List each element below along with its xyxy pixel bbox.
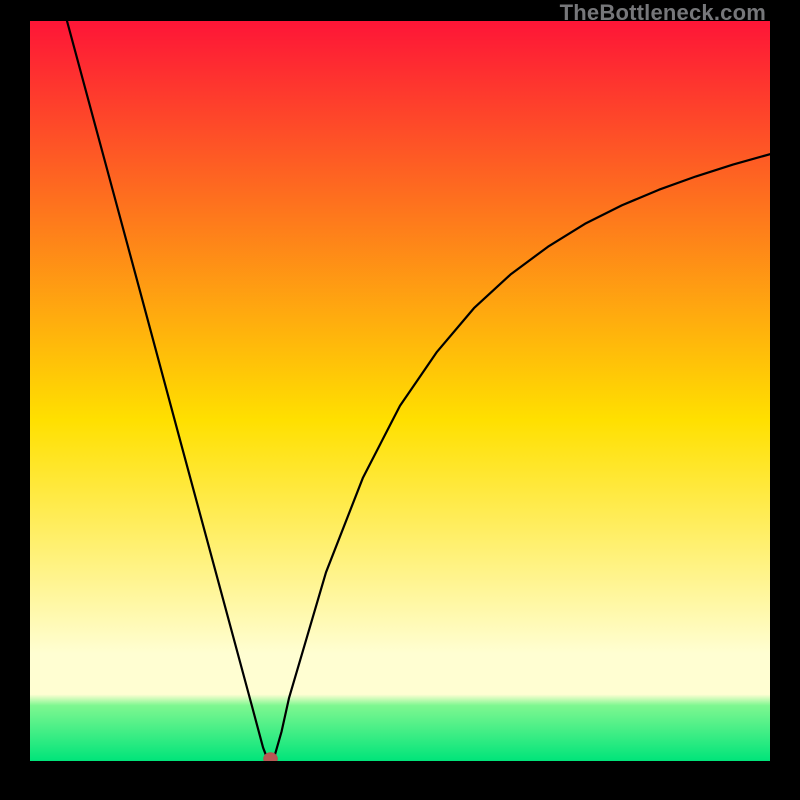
optimum-marker: [264, 753, 278, 761]
gradient-background: [30, 21, 770, 761]
chart-frame: [30, 21, 770, 761]
chart-svg: [30, 21, 770, 761]
